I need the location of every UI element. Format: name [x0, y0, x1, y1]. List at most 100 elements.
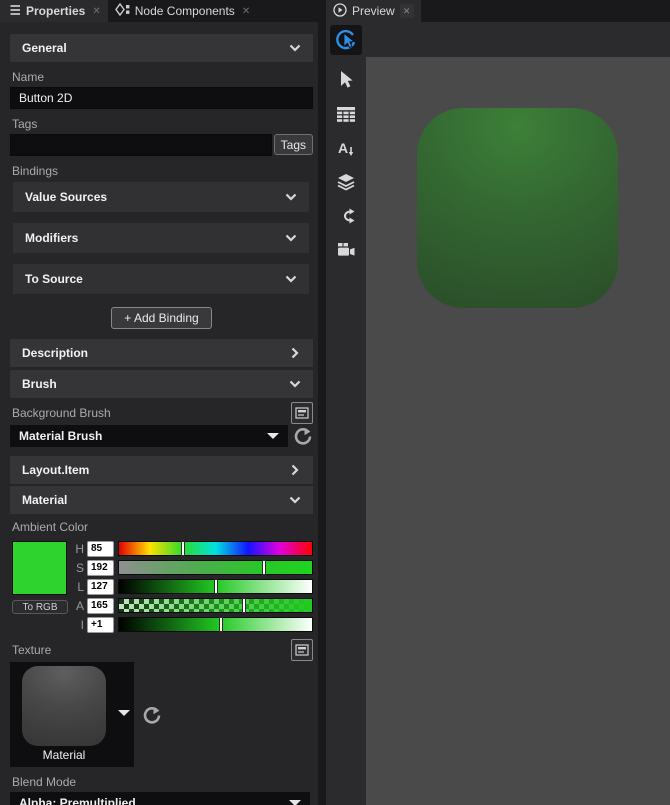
saturation-value-input[interactable]: 192 [87, 559, 114, 576]
tab-node-components-label: Node Components [134, 4, 235, 18]
reset-icon [143, 706, 161, 724]
layers-icon [337, 174, 355, 191]
texture-selector[interactable]: Material [10, 662, 134, 767]
chevron-down-icon [289, 380, 301, 388]
camera-tool-button[interactable] [330, 235, 362, 265]
canvas-top-gutter [366, 22, 670, 57]
hue-slider[interactable] [118, 541, 313, 556]
section-brush[interactable]: Brush [10, 370, 313, 398]
panel-divider[interactable] [318, 0, 326, 805]
tags-button[interactable]: Tags [273, 134, 313, 155]
background-brush-dropdown[interactable]: Material Brush [10, 425, 288, 447]
saturation-channel-row: S 192 [72, 559, 313, 576]
properties-panel: Properties ✕ Node Components ✕ General N… [0, 0, 318, 805]
saturation-label: S [75, 560, 84, 575]
tags-input[interactable] [10, 134, 272, 156]
reset-brush-button[interactable] [293, 426, 313, 446]
texture-editor-button[interactable] [291, 639, 313, 661]
slider-handle[interactable] [213, 579, 218, 594]
preview-tabbar: Preview ✕ [326, 0, 670, 22]
chevron-right-icon [289, 347, 301, 359]
hue-channel-row: H 85 [72, 540, 313, 557]
background-brush-value: Material Brush [19, 429, 103, 443]
properties-list-icon [7, 4, 21, 19]
reset-icon [294, 428, 312, 445]
slider-handle[interactable] [261, 560, 266, 575]
tab-preview-label: Preview [352, 4, 395, 18]
alpha-channel-row: A 165 [72, 597, 313, 614]
section-value-sources[interactable]: Value Sources [13, 182, 309, 212]
blend-mode-dropdown[interactable]: Alpha: Premultiplied [10, 792, 310, 805]
section-brush-label: Brush [22, 377, 57, 391]
select-cursor-icon [341, 71, 353, 88]
close-icon[interactable]: ✕ [399, 4, 414, 18]
background-brush-label: Background Brush [12, 406, 111, 420]
section-material[interactable]: Material [10, 486, 313, 514]
layers-tool-button[interactable] [330, 167, 362, 197]
grid-tool-button[interactable] [330, 99, 362, 129]
chevron-down-icon [285, 275, 297, 283]
name-value: Button 2D [19, 91, 73, 105]
ambient-color-editor: To RGB H 85 S 192 L 127 A 165 I +1 [10, 538, 313, 633]
tags-label: Tags [12, 117, 38, 131]
ambient-color-label: Ambient Color [12, 520, 89, 534]
play-circle-icon [333, 2, 347, 20]
modifiers-label: Modifiers [25, 231, 79, 245]
name-input[interactable]: Button 2D [10, 87, 313, 109]
branch-arrows-icon [344, 208, 355, 224]
section-material-label: Material [22, 493, 68, 507]
color-swatch[interactable] [12, 541, 67, 595]
chevron-down-icon[interactable] [118, 710, 130, 716]
to-source-label: To Source [25, 272, 83, 286]
left-tabbar: Properties ✕ Node Components ✕ [0, 0, 318, 22]
chevron-down-icon [289, 496, 301, 504]
texture-label: Texture [12, 643, 52, 657]
chevron-down-icon [289, 44, 301, 52]
preview-button-2d[interactable] [417, 108, 618, 308]
saturation-slider[interactable] [118, 560, 313, 575]
chevron-down-icon [289, 800, 301, 805]
lightness-slider[interactable] [118, 579, 313, 594]
tab-properties[interactable]: Properties ✕ [0, 0, 108, 22]
brush-editor-button[interactable] [291, 402, 313, 424]
lightness-value-input[interactable]: 127 [87, 578, 114, 595]
alpha-label: A [75, 598, 84, 613]
editor-window-icon [295, 644, 309, 656]
texture-thumbnail-label: Material [42, 748, 86, 762]
grid-icon [337, 106, 355, 122]
slider-handle[interactable] [219, 617, 224, 632]
alpha-value-input[interactable]: 165 [87, 597, 114, 614]
section-description[interactable]: Description [10, 339, 313, 367]
select-tool-button[interactable] [330, 65, 362, 95]
close-icon[interactable]: ✕ [92, 6, 100, 17]
to-rgb-button[interactable]: To RGB [12, 600, 68, 614]
close-icon[interactable]: ✕ [242, 6, 250, 17]
alpha-slider[interactable] [118, 598, 313, 613]
slider-handle[interactable] [242, 598, 247, 613]
intensity-slider[interactable] [118, 617, 313, 632]
section-layout-item[interactable]: Layout.Item [10, 456, 313, 484]
blend-mode-label: Blend Mode [12, 775, 77, 789]
intensity-value-input[interactable]: +1 [87, 616, 114, 633]
hue-value-input[interactable]: 85 [87, 540, 114, 557]
section-general[interactable]: General [10, 34, 313, 62]
text-tool-button[interactable]: A [330, 133, 362, 163]
section-to-source[interactable]: To Source [13, 264, 309, 294]
reset-texture-button[interactable] [142, 705, 162, 725]
preview-canvas[interactable] [366, 57, 670, 805]
add-binding-button[interactable]: + Add Binding [111, 307, 212, 329]
blend-mode-value: Alpha: Premultiplied [19, 796, 136, 805]
connect-tool-button[interactable] [330, 201, 362, 231]
text-tool-icon: A [338, 140, 354, 156]
lightness-channel-row: L 127 [72, 578, 313, 595]
preview-panel: Preview ✕ A [326, 0, 670, 805]
tab-node-components[interactable]: Node Components ✕ [108, 0, 257, 22]
section-general-label: General [22, 41, 67, 55]
intensity-channel-row: I +1 [72, 616, 313, 633]
slider-handle[interactable] [180, 541, 185, 556]
svg-text:A: A [338, 140, 348, 156]
tab-preview[interactable]: Preview ✕ [326, 0, 421, 22]
section-modifiers[interactable]: Modifiers [13, 223, 309, 253]
chevron-down-icon [267, 433, 279, 439]
interact-tool-button[interactable] [330, 25, 362, 55]
